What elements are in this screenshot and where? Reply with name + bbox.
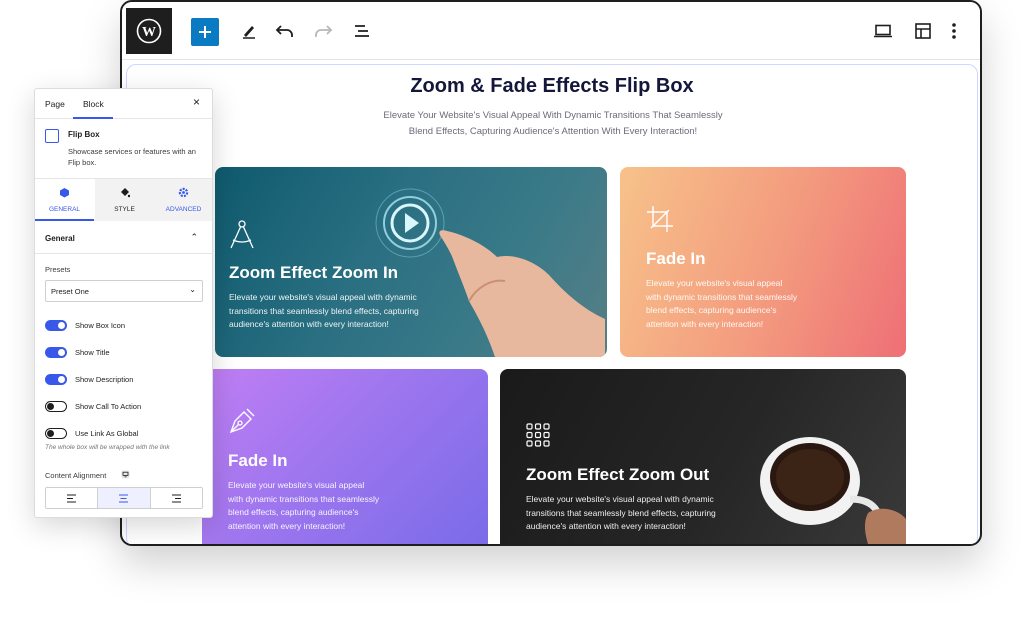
flip-box-block-icon <box>45 129 59 143</box>
pen-tool-icon <box>229 408 255 434</box>
wordpress-icon[interactable]: W <box>126 8 172 54</box>
editor-canvas: Zoom & Fade Effects Flip Box Elevate You… <box>126 64 978 544</box>
tab-block[interactable]: Block <box>83 99 104 109</box>
card-title: Zoom Effect Zoom Out <box>526 465 710 484</box>
undo-button[interactable] <box>270 16 300 46</box>
list-view-button[interactable] <box>348 16 378 46</box>
toggle-show-description[interactable] <box>45 374 67 385</box>
editor-window: W Zoom & Fade Effects Flip Box Elevate Y… <box>120 0 982 546</box>
editor-toolbar: W <box>122 2 980 60</box>
chevron-down-icon: ⌄ <box>189 285 196 294</box>
section-general-title[interactable]: General <box>45 234 75 243</box>
toggle-label: Show Title <box>75 348 110 357</box>
close-icon[interactable]: × <box>193 95 200 109</box>
tab-style[interactable]: STYLE <box>95 179 154 221</box>
divider <box>35 253 212 254</box>
tools-button[interactable] <box>234 16 264 46</box>
laptop-icon <box>874 24 892 38</box>
align-left-icon <box>67 494 77 502</box>
presets-select[interactable]: Preset One ⌄ <box>45 280 203 302</box>
card-description: Elevate your website's visual appeal wit… <box>646 278 798 329</box>
flip-box-zoom-out[interactable]: Zoom Effect Zoom Out Elevate your websit… <box>500 369 906 544</box>
settings-subtabs: GENERAL STYLE ADVANCED <box>35 179 212 221</box>
template-button[interactable] <box>908 16 938 46</box>
tab-general[interactable]: GENERAL <box>35 179 94 221</box>
cube-icon <box>60 188 69 198</box>
plus-icon <box>199 26 211 38</box>
card-description: Elevate your website's visual appeal wit… <box>228 480 380 531</box>
align-right-button[interactable] <box>151 488 202 508</box>
undo-icon <box>275 25 293 37</box>
card-title: Fade In <box>228 451 288 470</box>
toggle-label: Show Description <box>75 375 134 384</box>
toggle-label: Show Call To Action <box>75 402 142 411</box>
card-title: Zoom Effect Zoom In <box>229 263 399 282</box>
redo-icon <box>315 25 333 37</box>
desktop-icon[interactable] <box>121 470 130 479</box>
card-title: Fade In <box>646 249 706 268</box>
toggle-show-box-icon[interactable] <box>45 320 67 331</box>
page-title: Zoom & Fade Effects Flip Box <box>410 75 694 97</box>
options-button[interactable] <box>939 16 969 46</box>
grid-dots-icon <box>526 423 550 447</box>
flip-box-fade-in-purple[interactable]: Fade In Elevate your website's visual ap… <box>202 369 488 544</box>
align-left-button[interactable] <box>46 488 99 508</box>
toggle-show-title[interactable] <box>45 347 67 358</box>
toggle-label: Show Box Icon <box>75 321 126 330</box>
pencil-icon <box>243 26 255 39</box>
add-block-button[interactable] <box>191 18 219 46</box>
list-view-icon <box>355 25 369 37</box>
tab-advanced[interactable]: ADVANCED <box>154 179 212 221</box>
svg-text:W: W <box>142 25 156 40</box>
link-help-text: The whole box will be wrapped with the l… <box>45 444 170 451</box>
content-alignment-label: Content Alignment <box>45 471 107 480</box>
toggle-label: Use Link As Global <box>75 429 139 438</box>
tab-page[interactable]: Page <box>45 99 65 109</box>
block-description: Showcase services or features with an Fl… <box>68 147 196 167</box>
block-settings-panel: Page Block × Flip Box Showcase services … <box>34 88 213 518</box>
presets-label: Presets <box>45 265 71 274</box>
page-subtitle: Elevate Your Website's Visual Appeal Wit… <box>383 110 723 137</box>
layout-icon <box>915 23 931 39</box>
redo-button[interactable] <box>308 16 338 46</box>
block-name: Flip Box <box>68 130 100 139</box>
card-description: Elevate your website's visual appeal wit… <box>526 494 716 531</box>
align-center-button[interactable] <box>98 488 151 508</box>
align-right-icon <box>171 494 181 502</box>
paint-bucket-icon <box>121 188 130 198</box>
chevron-up-icon[interactable]: ⌃ <box>190 232 198 243</box>
toggle-show-call-to-action[interactable] <box>45 401 67 412</box>
toggle-use-link-as-global[interactable] <box>45 428 67 439</box>
block-info: Flip Box Showcase services or features w… <box>35 119 212 179</box>
panel-tabs: Page Block × <box>35 89 212 119</box>
compass-icon <box>230 220 254 249</box>
crop-icon <box>647 206 673 232</box>
content-alignment-group <box>45 487 203 509</box>
gear-icon <box>178 187 189 198</box>
device-preview-button[interactable] <box>868 16 898 46</box>
card-description: Elevate your website's visual appeal wit… <box>229 292 419 329</box>
more-vertical-icon <box>952 23 956 39</box>
coffee-cup-image <box>750 429 906 544</box>
flip-box-zoom-in[interactable]: Zoom Effect Zoom In Elevate your website… <box>215 167 607 357</box>
flip-box-fade-in[interactable]: Fade In Elevate your website's visual ap… <box>620 167 906 357</box>
align-center-icon <box>119 494 129 502</box>
